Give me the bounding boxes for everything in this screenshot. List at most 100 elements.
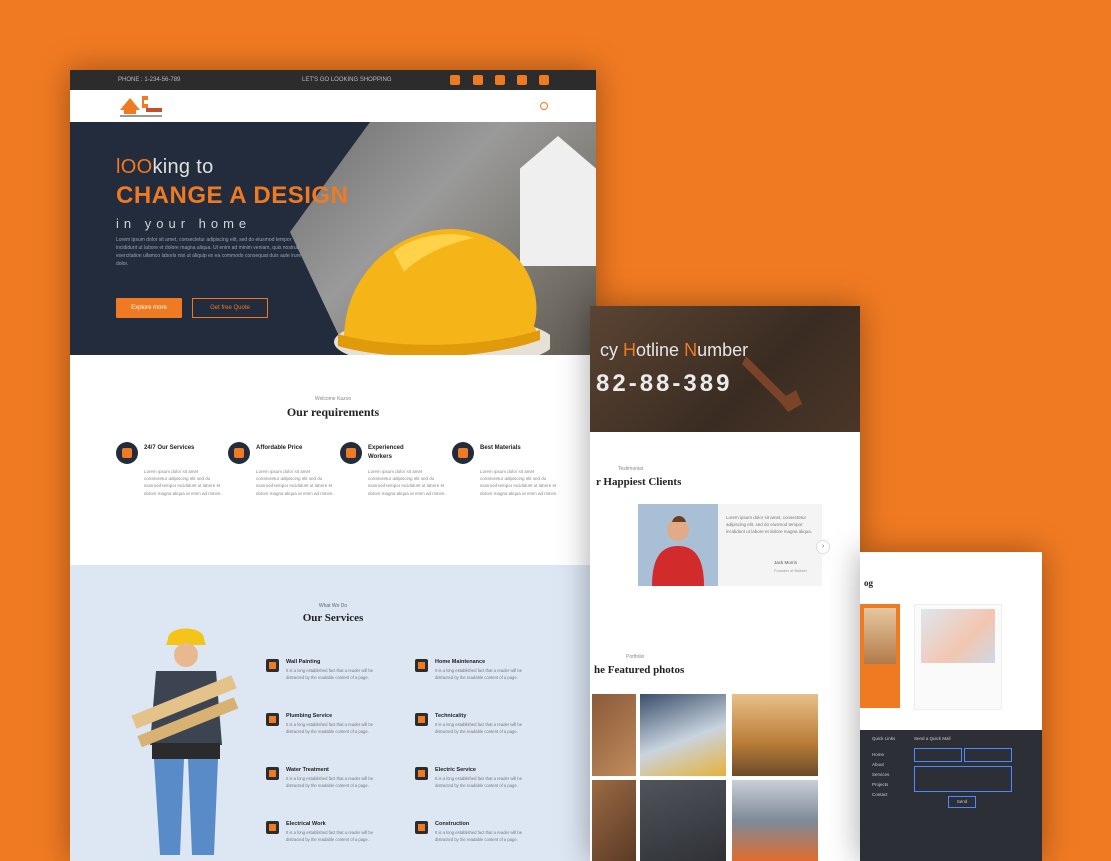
home-icon bbox=[415, 659, 428, 672]
footer-link[interactable]: Contact bbox=[872, 792, 888, 797]
hero-banner: lOOking to CHANGE A DESIGN in your home … bbox=[70, 122, 596, 355]
project-photo[interactable] bbox=[592, 694, 636, 776]
price-icon bbox=[228, 442, 250, 464]
third-page-mockup: og Quick Links Send a Quick Mail Home Ab… bbox=[860, 552, 1042, 861]
service-title: Plumbing Service bbox=[286, 713, 333, 719]
footer: Quick Links Send a Quick Mail Home About… bbox=[860, 730, 1042, 861]
service-text: It is a long established fact that a rea… bbox=[435, 830, 523, 842]
service-text: It is a long established fact that a rea… bbox=[286, 668, 374, 680]
name-input[interactable] bbox=[914, 748, 962, 762]
service-item[interactable]: Home Maintenance It is a long established… bbox=[415, 659, 555, 699]
hotline-banner: cy Hotline Number 82-88-389 bbox=[590, 306, 860, 432]
rss-icon[interactable] bbox=[539, 75, 549, 85]
service-title: Technicality bbox=[435, 713, 467, 719]
search-icon[interactable] bbox=[540, 102, 548, 110]
footer-links-heading: Quick Links bbox=[872, 736, 896, 741]
top-bar: PHONE : 1-234-56-789 LET'S GO LOOKING SH… bbox=[70, 70, 596, 90]
service-title: Home Maintenance bbox=[435, 659, 486, 665]
construction-icon bbox=[415, 821, 428, 834]
requirement-card: Experienced Workers Lorem ipsum dolor si… bbox=[340, 442, 450, 532]
service-text: It is a long established fact that a rea… bbox=[435, 668, 523, 680]
service-item[interactable]: Plumbing Service It is a long established… bbox=[266, 713, 406, 753]
site-logo[interactable] bbox=[116, 92, 166, 118]
service-item[interactable]: Wall Painting It is a long established fa… bbox=[266, 659, 406, 699]
project-photo[interactable] bbox=[732, 780, 818, 861]
facebook-icon[interactable] bbox=[450, 75, 460, 85]
requirement-card: 24/7 Our Services Lorem ipsum dolor sit … bbox=[116, 442, 226, 532]
send-button[interactable]: Send bbox=[948, 796, 976, 808]
testimonial-card: Lorem ipsum dolor sit amet, consectetur … bbox=[638, 504, 822, 586]
topbar-text: LET'S GO LOOKING SHOPPING bbox=[302, 77, 392, 83]
second-page-mockup: cy Hotline Number 82-88-389 Testimonial … bbox=[590, 306, 860, 861]
client-photo bbox=[638, 504, 718, 586]
footer-mail-heading: Send a Quick Mail bbox=[914, 736, 951, 741]
service-title: Wall Painting bbox=[286, 659, 321, 665]
materials-icon bbox=[452, 442, 474, 464]
blog-card[interactable] bbox=[860, 604, 900, 708]
service-text: It is a long established fact that a rea… bbox=[286, 722, 374, 734]
service-text: It is a long established fact that a rea… bbox=[435, 722, 523, 734]
service-title: Electric Service bbox=[435, 767, 476, 773]
navbar bbox=[70, 90, 596, 122]
services-title: Our Services bbox=[302, 612, 364, 624]
electric-icon bbox=[415, 767, 428, 780]
services-section: What We Do Our Services Wall Painting It … bbox=[70, 565, 596, 861]
service-title: Water Treatment bbox=[286, 767, 329, 773]
testimonial-role: Founder of Builder bbox=[774, 568, 807, 573]
services-subtitle: What We Do bbox=[318, 603, 348, 609]
explore-more-button[interactable]: Explore more bbox=[116, 298, 182, 318]
service-title: Electrical Work bbox=[286, 821, 326, 827]
twitter-icon[interactable] bbox=[473, 75, 483, 85]
clients-title: r Happiest Clients bbox=[596, 476, 682, 488]
service-item[interactable]: Technicality It is a long established fac… bbox=[415, 713, 555, 753]
service-text: It is a long established fact that a rea… bbox=[435, 776, 523, 788]
hero-body-text: Lorem ipsum dolor sit amet, consectetur … bbox=[116, 237, 302, 267]
email-input[interactable] bbox=[964, 748, 1012, 762]
water-icon bbox=[266, 767, 279, 780]
google-plus-icon[interactable] bbox=[495, 75, 505, 85]
projects-title: he Featured photos bbox=[594, 664, 685, 676]
service-item[interactable]: Electric Service It is a long established… bbox=[415, 767, 555, 807]
requirement-title: Affordable Price bbox=[256, 445, 303, 451]
requirement-title: Experienced Workers bbox=[368, 445, 404, 460]
linkedin-icon[interactable] bbox=[517, 75, 527, 85]
project-photo[interactable] bbox=[592, 780, 636, 861]
requirement-card: Best Materials Lorem ipsum dolor sit ame… bbox=[452, 442, 562, 532]
next-arrow-button[interactable]: › bbox=[816, 540, 830, 554]
footer-link[interactable]: About bbox=[872, 762, 884, 767]
topbar-phone: PHONE : 1-234-56-789 bbox=[118, 77, 181, 83]
footer-link[interactable]: Home bbox=[872, 752, 884, 757]
project-photo[interactable] bbox=[732, 694, 818, 776]
hero-line-3: in your home bbox=[116, 216, 252, 231]
service-item[interactable]: Electrical Work It is a long established … bbox=[266, 821, 406, 861]
construction-worker-image bbox=[131, 628, 239, 855]
hero-line-1: lOOking to bbox=[116, 156, 214, 178]
service-icon bbox=[116, 442, 138, 464]
requirement-card: Affordable Price Lorem ipsum dolor sit a… bbox=[228, 442, 338, 532]
paint-icon bbox=[266, 659, 279, 672]
requirement-text: Lorem ipsum dolor sit amet consectetur a… bbox=[480, 469, 558, 496]
worker-icon bbox=[340, 442, 362, 464]
projects-subtitle: Portfolio bbox=[626, 654, 645, 660]
hotline-number: 82-88-389 bbox=[596, 370, 733, 397]
hero-headline: CHANGE A DESIGN bbox=[116, 182, 349, 209]
requirement-title: Best Materials bbox=[480, 445, 521, 451]
project-photo[interactable] bbox=[640, 780, 726, 861]
blog-card[interactable] bbox=[914, 604, 1002, 710]
plumbing-icon bbox=[266, 713, 279, 726]
requirement-title: 24/7 Our Services bbox=[144, 445, 195, 451]
requirement-text: Lorem ipsum dolor sit amet consectetur a… bbox=[256, 469, 334, 496]
project-photo[interactable] bbox=[640, 694, 726, 776]
free-quote-button[interactable]: Get free Quote bbox=[192, 298, 268, 318]
requirements-title: Our requirements bbox=[286, 405, 380, 419]
testimonial-name: Jack Morris bbox=[774, 560, 798, 565]
clients-subtitle: Testimonial bbox=[618, 466, 644, 472]
wiring-icon bbox=[266, 821, 279, 834]
message-input[interactable] bbox=[914, 766, 1012, 792]
footer-link[interactable]: Services bbox=[872, 772, 889, 777]
footer-link[interactable]: Projects bbox=[872, 782, 888, 787]
service-item[interactable]: Water Treatment It is a long established … bbox=[266, 767, 406, 807]
hard-hat-image bbox=[334, 228, 550, 355]
service-item[interactable]: Construction It is a long established fac… bbox=[415, 821, 555, 861]
service-text: It is a long established fact that a rea… bbox=[286, 776, 374, 788]
